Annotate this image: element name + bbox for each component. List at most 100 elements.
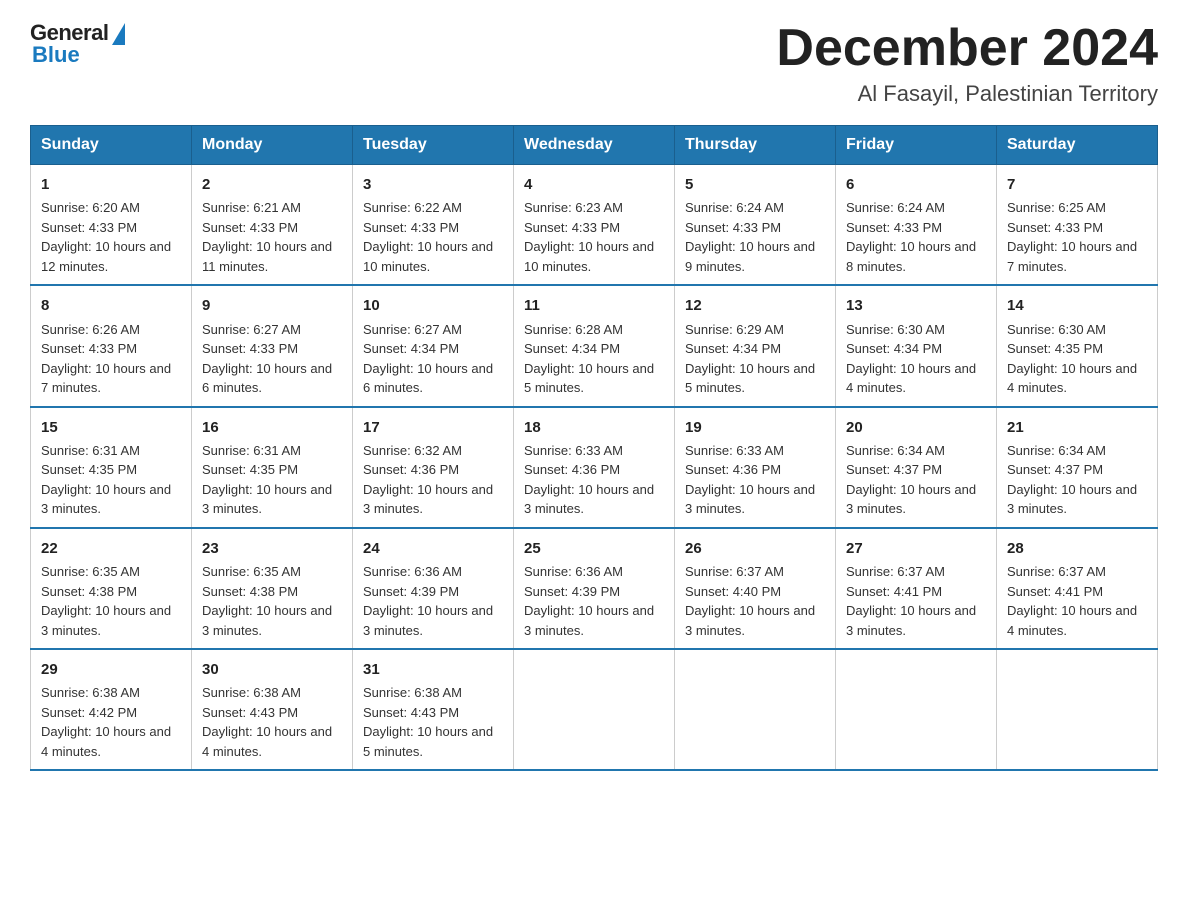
day-info: Sunrise: 6:34 AMSunset: 4:37 PMDaylight:… [846, 441, 986, 519]
title-block: December 2024 Al Fasayil, Palestinian Te… [776, 20, 1158, 107]
day-info: Sunrise: 6:31 AMSunset: 4:35 PMDaylight:… [41, 441, 181, 519]
day-number: 16 [202, 416, 342, 439]
calendar-cell: 9 Sunrise: 6:27 AMSunset: 4:33 PMDaylight… [192, 285, 353, 406]
day-info: Sunrise: 6:35 AMSunset: 4:38 PMDaylight:… [41, 562, 181, 640]
day-number: 8 [41, 294, 181, 317]
month-title: December 2024 [776, 20, 1158, 77]
week-row-2: 8 Sunrise: 6:26 AMSunset: 4:33 PMDaylight… [31, 285, 1158, 406]
day-info: Sunrise: 6:27 AMSunset: 4:33 PMDaylight:… [202, 320, 342, 398]
calendar-cell: 22Sunrise: 6:35 AMSunset: 4:38 PMDayligh… [31, 528, 192, 649]
day-number: 1 [41, 173, 181, 196]
day-number: 12 [685, 294, 825, 317]
day-number: 29 [41, 658, 181, 681]
calendar-cell: 26Sunrise: 6:37 AMSunset: 4:40 PMDayligh… [675, 528, 836, 649]
day-number: 13 [846, 294, 986, 317]
day-number: 21 [1007, 416, 1147, 439]
day-info: Sunrise: 6:21 AMSunset: 4:33 PMDaylight:… [202, 198, 342, 276]
logo-triangle-icon [112, 23, 125, 45]
calendar-cell [997, 649, 1158, 770]
day-number: 2 [202, 173, 342, 196]
day-info: Sunrise: 6:38 AMSunset: 4:43 PMDaylight:… [363, 683, 503, 761]
day-info: Sunrise: 6:26 AMSunset: 4:33 PMDaylight:… [41, 320, 181, 398]
calendar-cell: 18Sunrise: 6:33 AMSunset: 4:36 PMDayligh… [514, 407, 675, 528]
day-info: Sunrise: 6:27 AMSunset: 4:34 PMDaylight:… [363, 320, 503, 398]
calendar-cell: 29Sunrise: 6:38 AMSunset: 4:42 PMDayligh… [31, 649, 192, 770]
day-number: 30 [202, 658, 342, 681]
calendar-cell: 8 Sunrise: 6:26 AMSunset: 4:33 PMDaylight… [31, 285, 192, 406]
day-number: 4 [524, 173, 664, 196]
calendar-cell: 15Sunrise: 6:31 AMSunset: 4:35 PMDayligh… [31, 407, 192, 528]
logo: General Blue [30, 20, 125, 68]
day-info: Sunrise: 6:34 AMSunset: 4:37 PMDaylight:… [1007, 441, 1147, 519]
day-info: Sunrise: 6:24 AMSunset: 4:33 PMDaylight:… [846, 198, 986, 276]
calendar-cell: 6Sunrise: 6:24 AMSunset: 4:33 PMDaylight… [836, 165, 997, 286]
weekday-header-sunday: Sunday [31, 126, 192, 165]
day-info: Sunrise: 6:20 AMSunset: 4:33 PMDaylight:… [41, 198, 181, 276]
calendar-header: SundayMondayTuesdayWednesdayThursdayFrid… [31, 126, 1158, 165]
day-info: Sunrise: 6:37 AMSunset: 4:40 PMDaylight:… [685, 562, 825, 640]
day-number: 11 [524, 294, 664, 317]
day-number: 5 [685, 173, 825, 196]
weekday-header-wednesday: Wednesday [514, 126, 675, 165]
week-row-3: 15Sunrise: 6:31 AMSunset: 4:35 PMDayligh… [31, 407, 1158, 528]
day-number: 18 [524, 416, 664, 439]
day-number: 24 [363, 537, 503, 560]
week-row-1: 1Sunrise: 6:20 AMSunset: 4:33 PMDaylight… [31, 165, 1158, 286]
calendar-cell: 5Sunrise: 6:24 AMSunset: 4:33 PMDaylight… [675, 165, 836, 286]
day-info: Sunrise: 6:32 AMSunset: 4:36 PMDaylight:… [363, 441, 503, 519]
day-number: 28 [1007, 537, 1147, 560]
day-info: Sunrise: 6:37 AMSunset: 4:41 PMDaylight:… [1007, 562, 1147, 640]
day-info: Sunrise: 6:37 AMSunset: 4:41 PMDaylight:… [846, 562, 986, 640]
week-row-5: 29Sunrise: 6:38 AMSunset: 4:42 PMDayligh… [31, 649, 1158, 770]
day-number: 26 [685, 537, 825, 560]
calendar-cell: 3Sunrise: 6:22 AMSunset: 4:33 PMDaylight… [353, 165, 514, 286]
day-number: 9 [202, 294, 342, 317]
day-info: Sunrise: 6:35 AMSunset: 4:38 PMDaylight:… [202, 562, 342, 640]
calendar-cell: 7Sunrise: 6:25 AMSunset: 4:33 PMDaylight… [997, 165, 1158, 286]
calendar-cell: 28Sunrise: 6:37 AMSunset: 4:41 PMDayligh… [997, 528, 1158, 649]
day-number: 15 [41, 416, 181, 439]
weekday-header-monday: Monday [192, 126, 353, 165]
calendar-cell: 20Sunrise: 6:34 AMSunset: 4:37 PMDayligh… [836, 407, 997, 528]
day-info: Sunrise: 6:29 AMSunset: 4:34 PMDaylight:… [685, 320, 825, 398]
day-info: Sunrise: 6:33 AMSunset: 4:36 PMDaylight:… [685, 441, 825, 519]
location-subtitle: Al Fasayil, Palestinian Territory [776, 81, 1158, 107]
calendar-body: 1Sunrise: 6:20 AMSunset: 4:33 PMDaylight… [31, 165, 1158, 771]
day-number: 19 [685, 416, 825, 439]
day-info: Sunrise: 6:23 AMSunset: 4:33 PMDaylight:… [524, 198, 664, 276]
weekday-header-saturday: Saturday [997, 126, 1158, 165]
day-number: 25 [524, 537, 664, 560]
calendar-cell: 10Sunrise: 6:27 AMSunset: 4:34 PMDayligh… [353, 285, 514, 406]
weekday-header-thursday: Thursday [675, 126, 836, 165]
calendar-cell: 25Sunrise: 6:36 AMSunset: 4:39 PMDayligh… [514, 528, 675, 649]
day-info: Sunrise: 6:31 AMSunset: 4:35 PMDaylight:… [202, 441, 342, 519]
day-number: 27 [846, 537, 986, 560]
calendar-cell: 1Sunrise: 6:20 AMSunset: 4:33 PMDaylight… [31, 165, 192, 286]
day-number: 3 [363, 173, 503, 196]
day-number: 31 [363, 658, 503, 681]
day-number: 14 [1007, 294, 1147, 317]
calendar-cell: 30Sunrise: 6:38 AMSunset: 4:43 PMDayligh… [192, 649, 353, 770]
day-number: 6 [846, 173, 986, 196]
day-info: Sunrise: 6:22 AMSunset: 4:33 PMDaylight:… [363, 198, 503, 276]
day-info: Sunrise: 6:36 AMSunset: 4:39 PMDaylight:… [363, 562, 503, 640]
calendar-cell [836, 649, 997, 770]
calendar-cell: 27Sunrise: 6:37 AMSunset: 4:41 PMDayligh… [836, 528, 997, 649]
calendar-cell: 4Sunrise: 6:23 AMSunset: 4:33 PMDaylight… [514, 165, 675, 286]
calendar-cell: 16Sunrise: 6:31 AMSunset: 4:35 PMDayligh… [192, 407, 353, 528]
calendar-cell: 23Sunrise: 6:35 AMSunset: 4:38 PMDayligh… [192, 528, 353, 649]
calendar-cell: 24Sunrise: 6:36 AMSunset: 4:39 PMDayligh… [353, 528, 514, 649]
calendar-cell: 12 Sunrise: 6:29 AMSunset: 4:34 PMDayligh… [675, 285, 836, 406]
logo-blue-text: Blue [30, 42, 80, 68]
calendar-cell: 14Sunrise: 6:30 AMSunset: 4:35 PMDayligh… [997, 285, 1158, 406]
day-info: Sunrise: 6:28 AMSunset: 4:34 PMDaylight:… [524, 320, 664, 398]
day-info: Sunrise: 6:38 AMSunset: 4:43 PMDaylight:… [202, 683, 342, 761]
day-info: Sunrise: 6:30 AMSunset: 4:34 PMDaylight:… [846, 320, 986, 398]
day-info: Sunrise: 6:33 AMSunset: 4:36 PMDaylight:… [524, 441, 664, 519]
day-number: 7 [1007, 173, 1147, 196]
calendar-cell: 11 Sunrise: 6:28 AMSunset: 4:34 PMDayligh… [514, 285, 675, 406]
page-header: General Blue December 2024 Al Fasayil, P… [30, 20, 1158, 107]
week-row-4: 22Sunrise: 6:35 AMSunset: 4:38 PMDayligh… [31, 528, 1158, 649]
calendar-cell [514, 649, 675, 770]
calendar-table: SundayMondayTuesdayWednesdayThursdayFrid… [30, 125, 1158, 771]
